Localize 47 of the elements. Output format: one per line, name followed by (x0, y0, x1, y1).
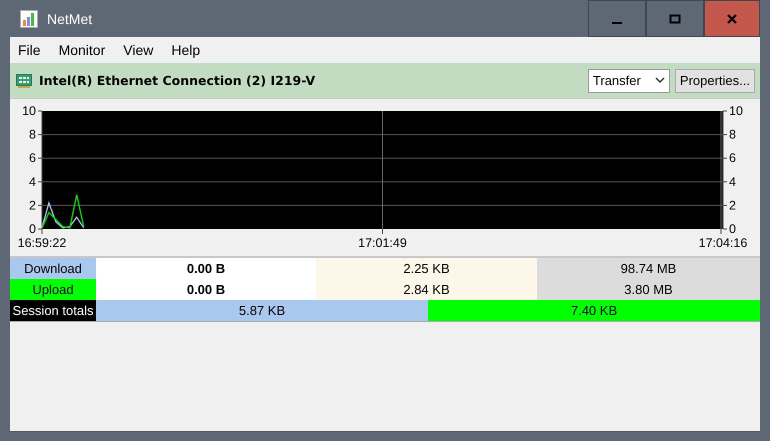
axis-label: 8 (729, 128, 736, 142)
axis-label: 0 (729, 222, 736, 236)
close-button[interactable] (704, 0, 760, 37)
table-cell: 2.84 KB (316, 279, 537, 300)
minimize-icon (612, 22, 622, 24)
data-line (41, 200, 84, 228)
row-label: Session totals (10, 300, 96, 321)
axis-label: 16:59:22 (18, 236, 66, 250)
row-label: Download (10, 258, 96, 279)
menu-item[interactable]: File (10, 42, 50, 58)
menu-item[interactable]: View (114, 42, 162, 58)
table-cell: 98.74 MB (537, 258, 760, 279)
table-cell: 0.00 B (96, 279, 316, 300)
caret-icon (654, 77, 665, 84)
axis-label: 4 (29, 174, 36, 189)
menu-item[interactable]: Monitor (50, 42, 114, 58)
table-cell: 2.25 KB (316, 258, 537, 279)
window-title: NetMet (47, 10, 92, 26)
table-cell: 7.40 KB (428, 300, 760, 321)
data-line (41, 194, 84, 229)
minimize-button[interactable] (588, 0, 646, 37)
adapter-name: Intel(R) Ethernet Connection (2) I219-V (39, 73, 316, 88)
axis-label: 10 (729, 104, 743, 118)
axis-label: 4 (729, 174, 736, 189)
row-label: Upload (10, 279, 96, 300)
tick-mark (720, 228, 722, 234)
axis-label: 2 (29, 198, 36, 212)
close-icon (726, 12, 738, 24)
table-cell: 5.87 KB (96, 300, 428, 321)
axis-label: 17:04:16 (698, 236, 748, 250)
tick-mark (382, 228, 383, 234)
table-cell: 3.80 MB (537, 279, 760, 300)
axis-label: 2 (729, 198, 736, 212)
axis-label: 10 (22, 104, 36, 118)
chart-icon (20, 10, 38, 28)
axis-label: 17:01:49 (358, 236, 407, 250)
axis-label: 0 (29, 222, 36, 236)
maximize-button[interactable] (646, 0, 704, 37)
axis-label: 8 (29, 128, 36, 142)
network-card-icon (16, 72, 32, 88)
properties-button[interactable]: Properties... (674, 68, 755, 92)
table-cell: 0.00 B (96, 258, 316, 279)
axis-label: 6 (29, 151, 36, 166)
maximize-icon (669, 12, 681, 24)
axis-label: 6 (729, 151, 736, 166)
mode-dropdown[interactable]: Transfer (588, 68, 670, 92)
menu-item[interactable]: Help (162, 42, 210, 58)
